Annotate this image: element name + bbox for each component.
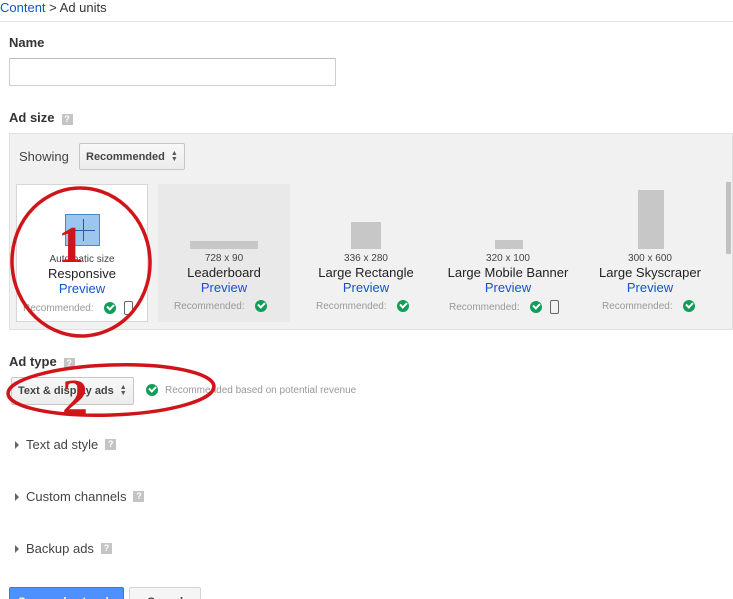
custom-channels-label: Custom channels xyxy=(26,489,127,504)
mobile-phone-icon xyxy=(549,300,559,314)
save-and-get-code-button[interactable]: Save and get code xyxy=(9,587,124,599)
ad-type-help-icon[interactable]: ? xyxy=(63,358,75,369)
tile-responsive[interactable]: Automatic size Responsive Preview Recomm… xyxy=(16,184,148,322)
custom-channels-help-icon[interactable]: ? xyxy=(133,491,145,502)
tile-preview-link[interactable]: Preview xyxy=(584,280,716,295)
tile-recommended-label: Recommended: xyxy=(316,300,387,312)
check-icon xyxy=(682,300,695,312)
tile-recommended-label: Recommended: xyxy=(602,300,673,312)
showing-select-value: Recommended xyxy=(86,150,165,163)
tile-preview-link[interactable]: Preview xyxy=(158,280,290,295)
tile-name: Leaderboard xyxy=(187,265,261,280)
tile-name: Large Mobile Banner xyxy=(447,265,569,280)
text-ad-style-help-icon[interactable]: ? xyxy=(105,439,117,450)
tile-recommended-label: Recommended: xyxy=(174,300,245,312)
tile-leaderboard[interactable]: 728 x 90 Leaderboard Preview Recommended… xyxy=(158,184,290,322)
tile-recommended: Recommended: xyxy=(174,300,284,312)
text-ad-style-label: Text ad style xyxy=(26,437,99,452)
ad-type-recommendation-text: Recommended based on potential revenue xyxy=(165,384,357,396)
tile-dims: 336 x 280 xyxy=(344,253,388,264)
tile-dims: 728 x 90 xyxy=(204,253,244,264)
mobile-phone-icon xyxy=(123,301,133,315)
backup-ads-label: Backup ads xyxy=(26,541,94,556)
cancel-button[interactable]: Cancel xyxy=(129,587,201,599)
expand-triangle-icon xyxy=(15,544,19,553)
ad-size-help-icon[interactable]: ? xyxy=(61,114,73,125)
ad-type-label-text: Ad type xyxy=(9,354,57,369)
tile-recommended: Recommended: xyxy=(23,301,141,315)
tile-dims: 320 x 100 xyxy=(486,253,530,264)
ad-size-tiles: Automatic size Responsive Preview Recomm… xyxy=(16,184,720,322)
tiles-scrollbar-thumb[interactable] xyxy=(726,182,731,254)
backup-ads-toggle[interactable]: Backup ads ? xyxy=(15,541,112,556)
check-icon xyxy=(103,302,116,314)
tile-name: Large Rectangle xyxy=(318,265,414,280)
name-label: Name xyxy=(9,35,45,50)
tile-preview-link[interactable]: Preview xyxy=(17,281,147,296)
select-arrows-icon: ▲ ▼ xyxy=(119,384,127,397)
tile-name: Responsive xyxy=(48,266,116,281)
tile-large-mobile-banner[interactable]: 320 x 100 Large Mobile Banner Preview Re… xyxy=(442,184,574,322)
ad-size-panel: Showing Recommended ▲ ▼ Automatic size Re… xyxy=(9,133,733,330)
tile-dims: Automatic size xyxy=(49,254,115,265)
breadcrumb-content-link[interactable]: Content xyxy=(0,0,46,15)
breadcrumb: Content > Ad units xyxy=(0,0,733,22)
tile-recommended: Recommended: xyxy=(449,300,568,314)
tile-recommended-label: Recommended: xyxy=(23,302,94,314)
ad-size-label: Ad size? xyxy=(9,110,73,125)
tile-recommended-label: Recommended: xyxy=(449,301,520,313)
ad-size-label-text: Ad size xyxy=(9,110,55,125)
backup-ads-help-icon[interactable]: ? xyxy=(100,543,112,554)
ad-type-select-value: Text & display ads xyxy=(18,385,114,397)
expand-triangle-icon xyxy=(15,492,19,501)
check-icon xyxy=(146,384,158,396)
check-icon xyxy=(396,300,409,312)
select-arrows-icon: ▲ ▼ xyxy=(170,149,178,163)
custom-channels-toggle[interactable]: Custom channels ? xyxy=(15,489,145,504)
ad-type-recommendation: Recommended based on potential revenue xyxy=(146,384,356,396)
check-icon xyxy=(529,301,542,313)
tile-dims: 300 x 600 xyxy=(628,253,672,264)
large-mobile-banner-shape xyxy=(495,240,523,249)
ad-type-select[interactable]: Text & display ads ▲ ▼ xyxy=(11,377,134,405)
check-icon xyxy=(254,300,267,312)
showing-label: Showing xyxy=(19,149,69,164)
leaderboard-shape xyxy=(190,241,258,249)
text-ad-style-toggle[interactable]: Text ad style ? xyxy=(15,437,117,452)
ad-type-label: Ad type? xyxy=(9,354,75,369)
showing-select[interactable]: Recommended ▲ ▼ xyxy=(79,143,185,170)
tile-preview-link[interactable]: Preview xyxy=(300,280,432,295)
tile-preview-link[interactable]: Preview xyxy=(442,280,574,295)
name-input[interactable] xyxy=(9,58,336,86)
responsive-icon xyxy=(65,214,100,246)
tile-recommended: Recommended: xyxy=(316,300,426,312)
tile-recommended: Recommended: xyxy=(602,300,710,312)
breadcrumb-current: Ad units xyxy=(59,0,107,15)
large-skyscraper-shape xyxy=(638,190,664,249)
tile-name: Large Skyscraper xyxy=(599,265,701,280)
expand-triangle-icon xyxy=(15,440,19,449)
large-rectangle-shape xyxy=(351,222,381,249)
breadcrumb-separator: > xyxy=(45,0,60,15)
tile-large-skyscraper[interactable]: 300 x 600 Large Skyscraper Preview Recom… xyxy=(584,184,716,322)
tile-large-rectangle[interactable]: 336 x 280 Large Rectangle Preview Recomm… xyxy=(300,184,432,322)
